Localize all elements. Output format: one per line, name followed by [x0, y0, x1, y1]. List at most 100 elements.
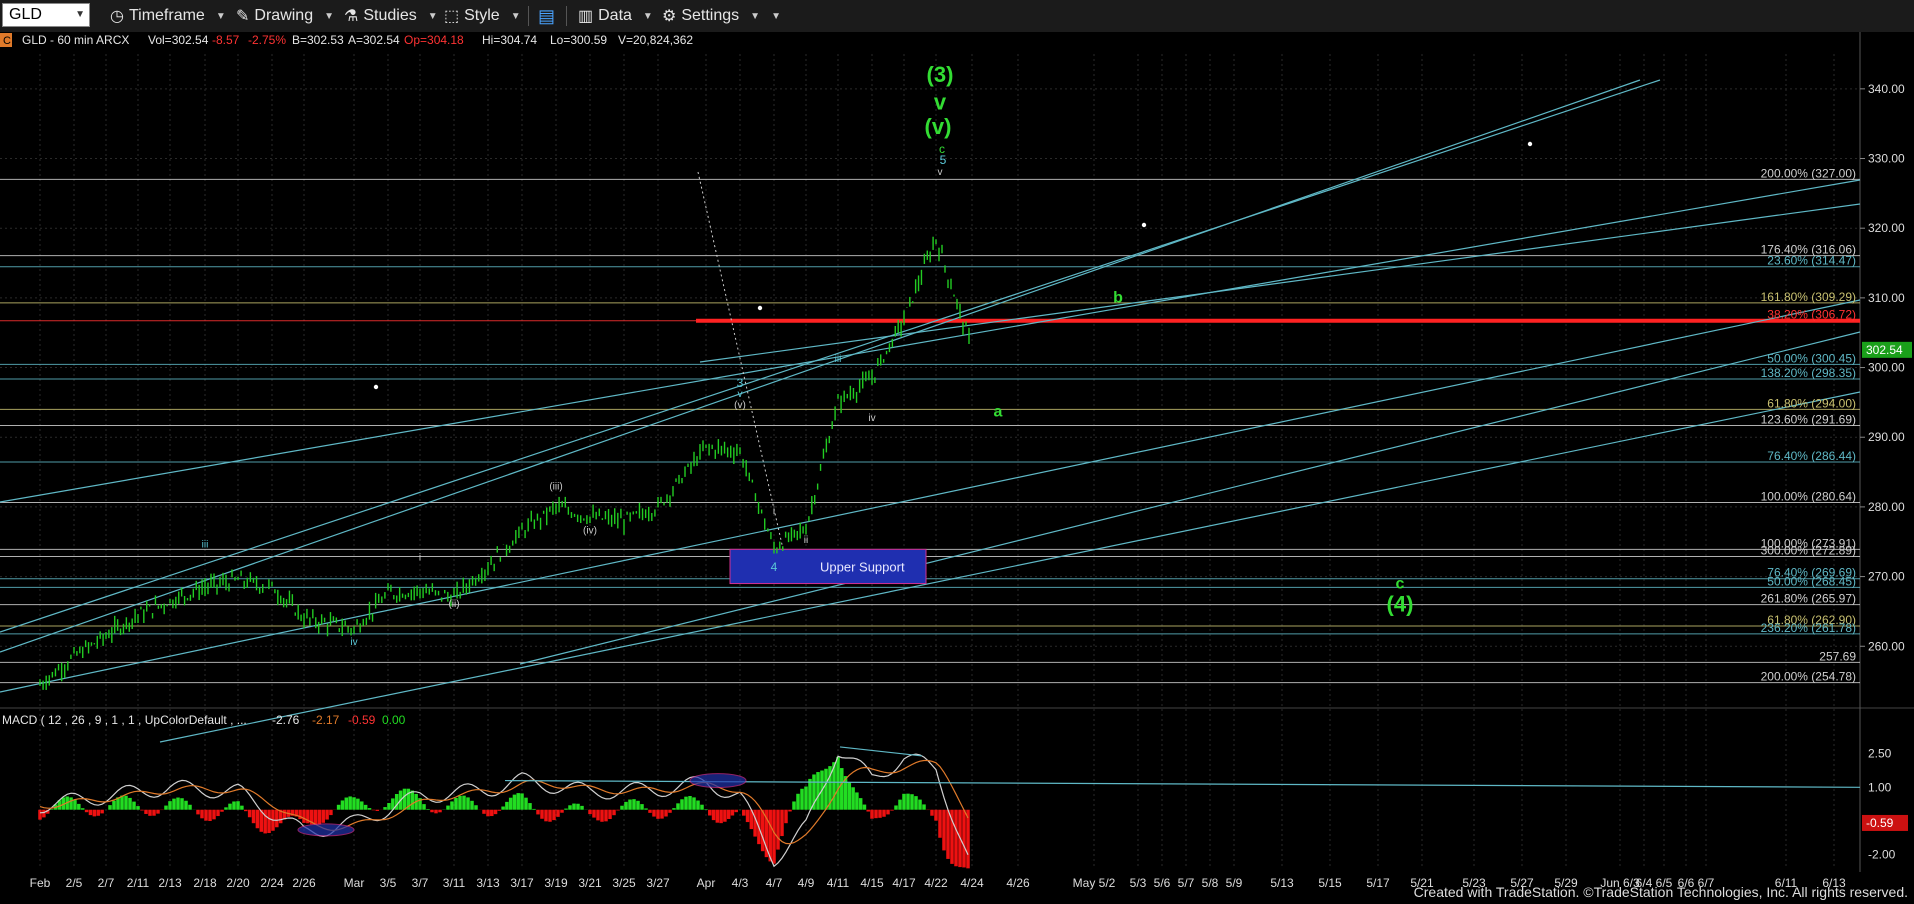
- trendline-anchor: [1527, 141, 1533, 147]
- price-tick-label: 310.00: [1868, 291, 1905, 305]
- studies-icon: ⚗: [344, 8, 359, 25]
- date-tick-label: 4/17: [892, 876, 916, 890]
- macd-label: MACD ( 12 , 26 , 9 , 1 , 1 , UpColorDefa…: [2, 713, 247, 727]
- wave-label: (4): [1387, 591, 1414, 616]
- drawing-button[interactable]: ✎ Drawing ▼: [236, 6, 334, 26]
- date-tick-label: 2/13: [158, 876, 182, 890]
- chevron-down-icon: ▼: [324, 10, 334, 22]
- chevron-down-icon: ▼: [427, 10, 438, 22]
- date-tick-label: 5/7: [1178, 876, 1195, 890]
- date-tick-label: 3/13: [476, 876, 500, 890]
- style-label: Style: [464, 7, 500, 24]
- open: Op=304.18: [404, 33, 464, 47]
- date-tick-label: 5/17: [1366, 876, 1390, 890]
- wave-label: i: [773, 506, 775, 517]
- wave-label: v: [934, 90, 947, 115]
- fib-level-label: 200.00% (327.00): [1761, 166, 1856, 180]
- layout-button[interactable]: ▤: [538, 6, 555, 26]
- chevron-down-icon: ▼: [750, 10, 761, 22]
- macd-value: -2.76: [272, 713, 300, 727]
- wave-label: (v): [925, 114, 952, 139]
- price-tick-label: 260.00: [1868, 639, 1905, 653]
- wave-label: 4: [771, 560, 778, 574]
- low: Lo=300.59: [550, 33, 607, 47]
- timeframe-button[interactable]: ◷ Timeframe ▼: [110, 6, 226, 26]
- wave-label: (iv): [583, 525, 597, 536]
- date-tick-label: 3/21: [578, 876, 602, 890]
- date-tick-label: 2/26: [292, 876, 316, 890]
- date-tick-label: 5/15: [1318, 876, 1342, 890]
- chevron-down-icon: ▼: [75, 9, 85, 20]
- symbol-desc: GLD - 60 min ARCX: [22, 33, 129, 47]
- chart-canvas[interactable]: Upper Support (3)v(v)c5vbac(4)3v(v)iiiiv…: [0, 32, 1914, 904]
- date-tick-label: 2/24: [260, 876, 284, 890]
- macd-diff: -0.59: [348, 713, 376, 727]
- wave-label: v: [738, 389, 743, 400]
- symbol-input[interactable]: GLD ▼: [2, 3, 90, 27]
- timeframe-icon: ◷: [110, 8, 124, 25]
- fib-level-label: 23.60% (314.47): [1767, 254, 1856, 268]
- volume: V=20,824,362: [618, 33, 693, 47]
- bid: B=302.53: [292, 33, 344, 47]
- wave-label: c: [1396, 575, 1405, 592]
- date-tick-label: Mar: [344, 876, 365, 890]
- date-tick-label: 3/11: [443, 876, 466, 890]
- last-price: Vol=302.54: [148, 33, 209, 47]
- fib-level-label: 50.00% (300.45): [1767, 351, 1856, 365]
- date-tick-label: 4/22: [924, 876, 948, 890]
- macd-ellipse: [297, 823, 355, 837]
- wave-label: (ii): [448, 599, 459, 610]
- footer-credit: Created with TradeStation. ©TradeStation…: [1413, 884, 1908, 900]
- drawing-label: Drawing: [254, 7, 314, 24]
- studies-label: Studies: [363, 7, 417, 24]
- macd-tick-label: 2.50: [1868, 747, 1892, 761]
- date-tick-label: 3/7: [412, 876, 429, 890]
- date-tick-label: 5/13: [1270, 876, 1294, 890]
- settings-button[interactable]: ⚙ Settings ▼ ▼: [662, 6, 781, 26]
- fib-level-label: 61.80% (294.00): [1767, 396, 1856, 410]
- style-button[interactable]: ⬚ Style ▼: [444, 6, 521, 26]
- date-tick-label: 4/7: [766, 876, 783, 890]
- style-icon: ⬚: [444, 8, 460, 25]
- macd-tick-label: 1.00: [1868, 780, 1892, 794]
- change-pct: -2.75%: [248, 33, 286, 47]
- date-tick-label: 4/24: [960, 876, 984, 890]
- date-tick-label: 4/11: [827, 876, 850, 890]
- studies-button[interactable]: ⚗ Studies ▼: [344, 6, 438, 26]
- ask: A=302.54: [348, 33, 400, 47]
- toolbar-divider: [528, 6, 529, 26]
- trendline-anchor: [373, 384, 379, 390]
- wave-label: b: [1113, 290, 1123, 307]
- wave-label: iv: [868, 413, 875, 424]
- high: Hi=304.74: [482, 33, 537, 47]
- date-tick-label: 5/9: [1226, 876, 1243, 890]
- fib-level-label: 261.80% (265.97): [1761, 592, 1856, 606]
- chevron-down-icon: ▼: [771, 10, 781, 22]
- fib-level-label: 76.40% (286.44): [1767, 449, 1856, 463]
- date-tick-label: 3/27: [646, 876, 670, 890]
- date-tick-label: 2/11: [127, 876, 150, 890]
- date-tick-label: 3/5: [380, 876, 397, 890]
- data-icon: ▥: [578, 8, 594, 25]
- fib-level-label: 38.20% (306.72): [1767, 308, 1856, 322]
- price-tick-label: 290.00: [1868, 430, 1905, 444]
- gear-icon: ⚙: [662, 8, 677, 25]
- current-price-label: 302.54: [1866, 343, 1903, 357]
- fib-level-label: 161.80% (309.29): [1761, 290, 1856, 304]
- fib-level-label: 123.60% (291.69): [1761, 412, 1856, 426]
- date-tick-label: 2/20: [226, 876, 250, 890]
- wave-label: (iii): [549, 481, 562, 492]
- macd-tick-label: -2.00: [1868, 848, 1896, 862]
- date-tick-label: Feb: [30, 876, 51, 890]
- date-tick-label: 5/8: [1202, 876, 1219, 890]
- data-button[interactable]: ▥ Data ▼: [578, 6, 653, 26]
- date-tick-label: 5/6: [1154, 876, 1171, 890]
- upper-support-label: Upper Support: [820, 559, 905, 574]
- toolbar-divider: [566, 6, 567, 26]
- chevron-down-icon: ▼: [215, 10, 226, 22]
- date-tick-label: 3/19: [544, 876, 568, 890]
- price-tick-label: 340.00: [1868, 82, 1905, 96]
- wave-label: v: [938, 167, 943, 178]
- price-tick-label: 300.00: [1868, 361, 1905, 375]
- toolbar: GLD ▼ ◷ Timeframe ▼ ✎ Drawing ▼ ⚗ Studie…: [0, 0, 1914, 33]
